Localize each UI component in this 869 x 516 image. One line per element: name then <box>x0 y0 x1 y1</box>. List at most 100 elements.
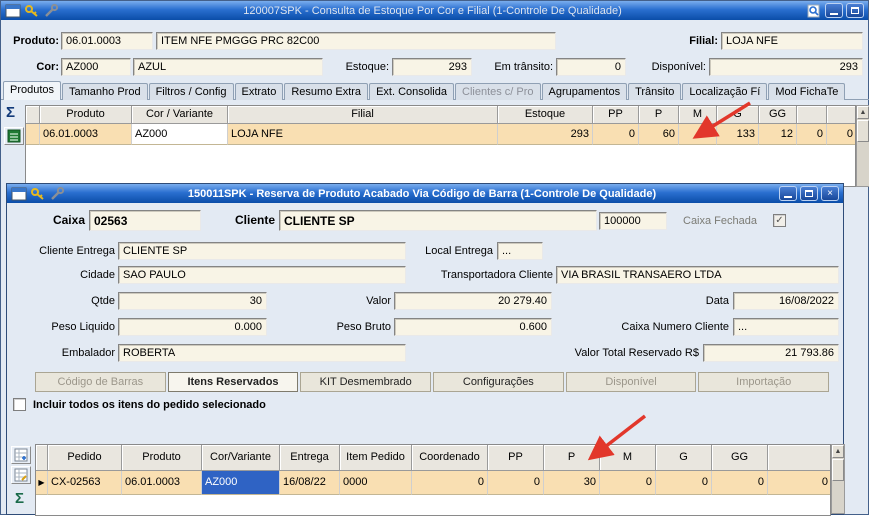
scroll-up-button[interactable]: ▲ <box>857 106 869 119</box>
cell-m[interactable]: 0 <box>600 471 656 495</box>
col-g[interactable]: G <box>717 106 759 124</box>
tab-itens-reservados[interactable]: Itens Reservados <box>168 372 299 392</box>
cell-extra-1[interactable]: 0 <box>797 124 827 145</box>
col-cor-variante[interactable]: Cor/Variante <box>202 445 280 471</box>
stock-grid-row[interactable]: 06.01.0003 AZ000 LOJA NFE 293 0 60 88 13… <box>26 124 855 145</box>
produto-desc-field[interactable]: ITEM NFE PMGGG PRC 82C00 <box>156 32 556 50</box>
valor-field[interactable]: 20 279.40 <box>394 292 552 310</box>
cell-gg[interactable]: 12 <box>759 124 797 145</box>
col-produto[interactable]: Produto <box>122 445 202 471</box>
scroll-up-button[interactable]: ▲ <box>832 445 844 458</box>
cell-item-pedido[interactable]: 0000 <box>340 471 412 495</box>
tab-localizacao[interactable]: Localização Fí <box>682 83 767 100</box>
cell-p[interactable]: 60 <box>639 124 679 145</box>
cell-pp[interactable]: 0 <box>593 124 639 145</box>
col-extra[interactable] <box>768 445 831 471</box>
col-extra-1[interactable] <box>797 106 827 124</box>
cor-desc-field[interactable]: AZUL <box>133 58 323 76</box>
col-gg[interactable]: GG <box>712 445 768 471</box>
col-filial[interactable]: Filial <box>228 106 498 124</box>
tab-clientes-pro[interactable]: Clientes c/ Pro <box>455 83 541 100</box>
tab-kit-desmembrado[interactable]: KIT Desmembrado <box>300 372 431 392</box>
cell-cor-variante-selected[interactable]: AZ000 <box>202 471 280 495</box>
minimize-button[interactable] <box>779 186 797 201</box>
cell-coordenado[interactable]: 0 <box>412 471 488 495</box>
cell-p[interactable]: 30 <box>544 471 600 495</box>
estoque-field[interactable]: 293 <box>392 58 472 76</box>
cell-g[interactable]: 0 <box>656 471 712 495</box>
grid-add-button[interactable] <box>11 446 31 464</box>
tab-configuracoes[interactable]: Configurações <box>433 372 564 392</box>
tab-filtros-config[interactable]: Filtros / Config <box>149 83 234 100</box>
col-extra-2[interactable] <box>827 106 856 124</box>
col-pp[interactable]: PP <box>488 445 544 471</box>
tab-agrupamentos[interactable]: Agrupamentos <box>542 83 628 100</box>
col-cor-variante[interactable]: Cor / Variante <box>132 106 228 124</box>
col-pp[interactable]: PP <box>593 106 639 124</box>
data-field[interactable]: 16/08/2022 <box>733 292 839 310</box>
caixa-numero-cliente-field[interactable]: ... <box>733 318 839 336</box>
cell-produto[interactable]: 06.01.0003 <box>122 471 202 495</box>
close-button[interactable]: × <box>821 186 839 201</box>
disponivel-field[interactable]: 293 <box>709 58 863 76</box>
export-excel-button[interactable] <box>4 127 24 145</box>
embalador-field[interactable]: ROBERTA <box>118 344 406 362</box>
cell-m[interactable]: 88 <box>679 124 717 145</box>
col-gg[interactable]: GG <box>759 106 797 124</box>
reserva-grid-scrollbar[interactable]: ▲ <box>831 444 845 514</box>
col-g[interactable]: G <box>656 445 712 471</box>
col-coordenado[interactable]: Coordenado <box>412 445 488 471</box>
report-search-icon[interactable] <box>806 4 822 18</box>
cell-extra-2[interactable]: 0 <box>827 124 856 145</box>
cliente-code-field[interactable]: 100000 <box>599 212 667 230</box>
caixa-field[interactable]: 02563 <box>89 210 201 231</box>
include-all-checkbox[interactable] <box>13 398 26 411</box>
grid-edit-button[interactable] <box>11 466 31 484</box>
cell-pp[interactable]: 0 <box>488 471 544 495</box>
cidade-field[interactable]: SAO PAULO <box>118 266 406 284</box>
form-icon[interactable] <box>5 4 21 18</box>
cor-code-field[interactable]: AZ000 <box>61 58 131 76</box>
cliente-entrega-field[interactable]: CLIENTE SP <box>118 242 406 260</box>
scroll-thumb[interactable] <box>857 120 869 142</box>
tab-disponivel[interactable]: Disponível <box>566 372 697 392</box>
tab-mod-fichate[interactable]: Mod FichaTe <box>768 83 845 100</box>
col-pedido[interactable]: Pedido <box>48 445 122 471</box>
minimize-button[interactable] <box>825 3 843 18</box>
em-transito-field[interactable]: 0 <box>556 58 626 76</box>
peso-liquido-field[interactable]: 0.000 <box>118 318 267 336</box>
tab-produtos[interactable]: Produtos <box>3 81 61 100</box>
col-p[interactable]: P <box>544 445 600 471</box>
sum-sigma-icon[interactable]: Σ <box>15 490 24 507</box>
col-entrega[interactable]: Entrega <box>280 445 340 471</box>
transportadora-field[interactable]: VIA BRASIL TRANSAERO LTDA <box>556 266 839 284</box>
tab-ext-consolida[interactable]: Ext. Consolida <box>369 83 454 100</box>
tab-transito[interactable]: Trânsito <box>628 83 681 100</box>
cell-produto[interactable]: 06.01.0003 <box>40 124 132 145</box>
tab-resumo-extra[interactable]: Resumo Extra <box>284 83 368 100</box>
cell-cor-variante[interactable]: AZ000 <box>132 124 228 145</box>
scroll-thumb[interactable] <box>832 459 844 481</box>
col-m[interactable]: M <box>600 445 656 471</box>
tab-tamanho-prod[interactable]: Tamanho Prod <box>62 83 148 100</box>
tab-importacao[interactable]: Importação <box>698 372 829 392</box>
col-m[interactable]: M <box>679 106 717 124</box>
produto-code-field[interactable]: 06.01.0003 <box>61 32 153 50</box>
valor-total-field[interactable]: 21 793.86 <box>703 344 839 362</box>
stock-grid-scrollbar[interactable]: ▲ <box>856 105 869 187</box>
cell-pedido[interactable]: CX-02563 <box>48 471 122 495</box>
col-estoque[interactable]: Estoque <box>498 106 593 124</box>
cell-filial[interactable]: LOJA NFE <box>228 124 498 145</box>
cliente-field[interactable]: CLIENTE SP <box>279 210 597 231</box>
maximize-button[interactable] <box>846 3 864 18</box>
col-produto[interactable]: Produto <box>40 106 132 124</box>
col-item-pedido[interactable]: Item Pedido <box>340 445 412 471</box>
cell-estoque[interactable]: 293 <box>498 124 593 145</box>
peso-bruto-field[interactable]: 0.600 <box>394 318 552 336</box>
local-entrega-field[interactable]: ... <box>497 242 543 260</box>
tab-codigo-de-barras[interactable]: Código de Barras <box>35 372 166 392</box>
maximize-button[interactable] <box>800 186 818 201</box>
cell-g[interactable]: 133 <box>717 124 759 145</box>
tab-extrato[interactable]: Extrato <box>235 83 284 100</box>
qtde-field[interactable]: 30 <box>118 292 267 310</box>
